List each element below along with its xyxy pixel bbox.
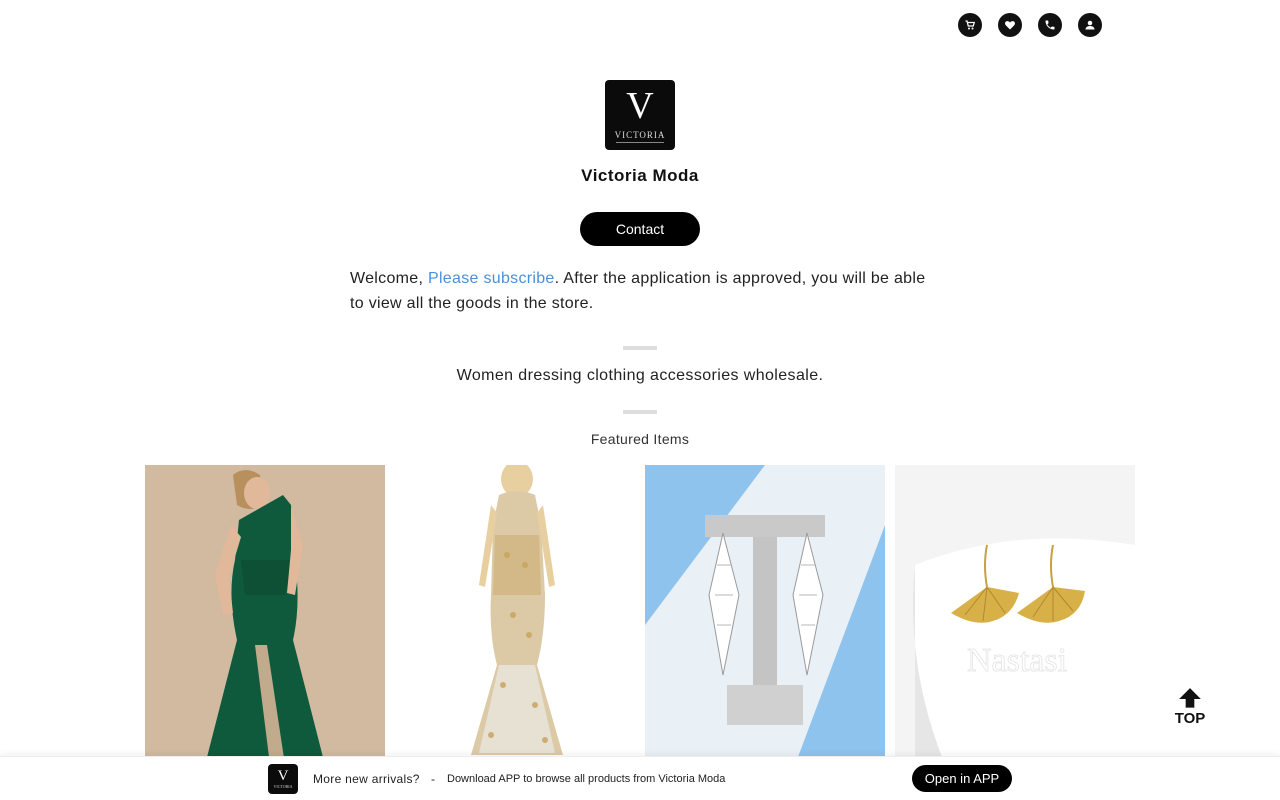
header-icons [958, 13, 1102, 37]
app-logo-letter: V [277, 768, 289, 784]
app-logo: V VICTORIA [268, 764, 298, 794]
store-tagline: Women dressing clothing accessories whol… [456, 367, 824, 384]
app-download-bar: V VICTORIA More new arrivals? - Download… [0, 756, 1280, 800]
featured-items-title: Featured Items [590, 431, 690, 447]
logo-letter: V [626, 84, 654, 127]
store-logo: V VICTORIA [605, 80, 675, 150]
product-card-green-gown[interactable] [145, 465, 385, 765]
app-bar-title: More new arrivals? [313, 772, 420, 786]
logo-word: VICTORIA [614, 129, 666, 140]
welcome-prefix: Welcome, [350, 270, 428, 287]
phone-icon[interactable] [1038, 13, 1062, 37]
store-name: Victoria Moda [581, 166, 699, 185]
product-image-rhinestone-earrings [645, 465, 885, 765]
open-in-app-button[interactable]: Open in APP [912, 765, 1012, 792]
subscribe-link[interactable]: Please subscribe [428, 270, 555, 287]
product-card-rhinestone-earrings[interactable] [645, 465, 885, 765]
contact-button[interactable]: Contact [580, 212, 700, 246]
app-bar-separator: - [431, 772, 435, 786]
user-icon[interactable] [1078, 13, 1102, 37]
divider [623, 346, 657, 350]
welcome-message: Welcome, Please subscribe. After the app… [350, 266, 940, 316]
product-image-green-gown [145, 465, 385, 765]
cart-icon[interactable] [958, 13, 982, 37]
heart-icon[interactable] [998, 13, 1022, 37]
back-to-top-button[interactable]: TOP [1168, 686, 1212, 727]
product-image-gold-gown [395, 465, 635, 765]
arrow-up-icon [1179, 688, 1201, 708]
watermark-text: Nastasi [967, 642, 1067, 679]
back-to-top-label: TOP [1174, 710, 1206, 727]
divider [623, 410, 657, 414]
product-card-gold-gown[interactable] [395, 465, 635, 765]
product-card-ginkgo-earrings[interactable]: Nastasi [895, 465, 1135, 765]
product-image-ginkgo-earrings: Nastasi [895, 465, 1135, 765]
app-logo-word: VICTORIA [273, 784, 293, 789]
featured-products-list: Nastasi [145, 465, 1135, 765]
logo-underline [616, 141, 664, 143]
app-bar-description: Download APP to browse all products from… [447, 773, 726, 785]
